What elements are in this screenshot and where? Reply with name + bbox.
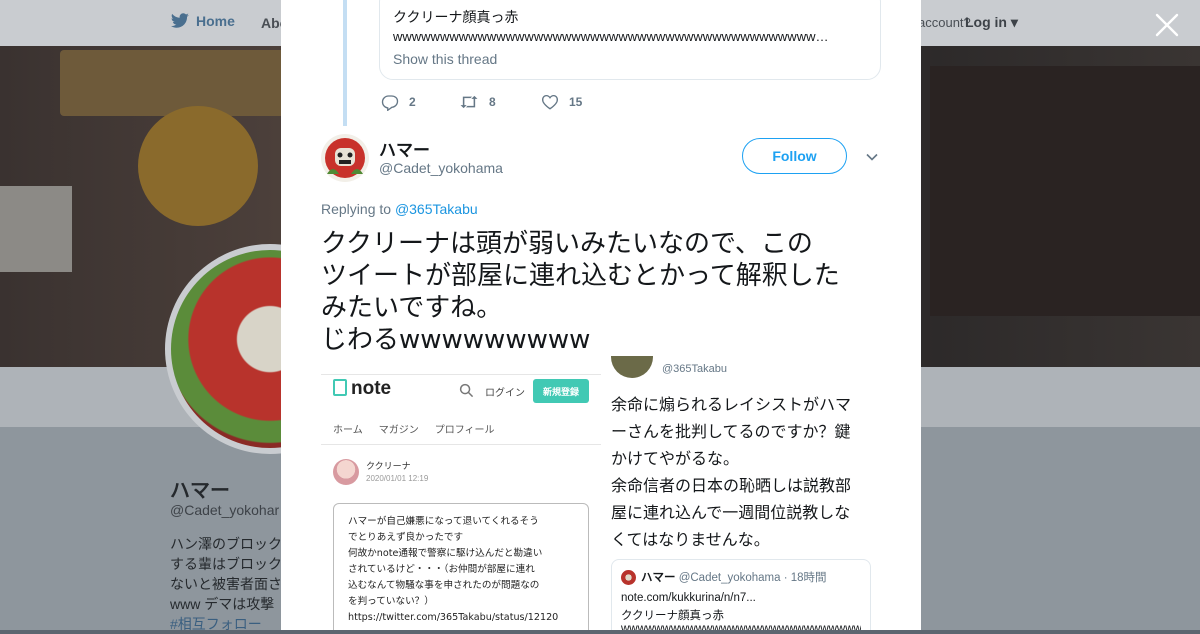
- author-avatar[interactable]: [321, 134, 369, 182]
- bio-line: ないと被害者面さ: [170, 576, 282, 592]
- reply-line: 余命信者の日本の恥晒しは説教部: [611, 476, 852, 495]
- author-avatar-image: [321, 134, 369, 182]
- author-name[interactable]: ハマー: [379, 136, 430, 161]
- retweet-icon: [460, 95, 478, 109]
- embedded-card-link: note.com/kukkurina/n/n7...: [621, 592, 756, 604]
- like-icon: [542, 94, 558, 110]
- bio-line: www デマは攻撃: [170, 596, 275, 612]
- note-user-name: ククリーナ: [366, 462, 411, 472]
- note-tab: マガジン: [378, 425, 419, 436]
- quoted-tweet-laugh: wwwwwwwwwwwwwwwwwwwwwwwwwwwwwwwwwwwwwwww…: [393, 29, 833, 44]
- replying-prefix: Replying to: [321, 201, 395, 217]
- embedded-card-handle: @Cadet_yokohama · 18時間: [678, 572, 827, 584]
- login-label: Log in: [965, 14, 1007, 30]
- like-count: 15: [569, 95, 583, 109]
- note-body-line: されているけど・・・（お仲間が部屋に連れ: [348, 564, 535, 575]
- follow-button[interactable]: Follow: [742, 138, 847, 174]
- reply-line: 余命に煽られるレイシストがハマ: [611, 395, 852, 414]
- bio-line: ハン澤のブロック: [170, 536, 282, 552]
- banner-fan: [0, 186, 72, 272]
- note-signup-button: 新規登録: [533, 379, 589, 403]
- show-thread-link[interactable]: Show this thread: [393, 51, 497, 67]
- note-tab: ホーム: [333, 425, 363, 436]
- note-post-body: ハマーが自己嫌悪になって退いてくれるそう でとりあえず良かったです 何故かnot…: [333, 503, 589, 630]
- reply-icon: [381, 95, 399, 111]
- nav-home-link[interactable]: Home: [170, 13, 235, 29]
- like-button[interactable]: 15: [541, 92, 582, 112]
- banner-sign: [60, 50, 310, 116]
- retweet-button[interactable]: 8: [459, 92, 496, 112]
- reply-count: 2: [409, 95, 416, 109]
- embedded-card-name: ハマー: [641, 572, 676, 584]
- note-body-line: ハマーが自己嫌悪になって退いてくれるそう: [348, 516, 539, 527]
- note-divider: [321, 444, 601, 445]
- nav-login-link[interactable]: Log in ▾: [965, 14, 1018, 31]
- note-logo: note: [333, 378, 391, 400]
- note-body-url: https://twitter.com/365Takabu/status/121…: [348, 612, 559, 623]
- close-icon[interactable]: [1154, 12, 1180, 38]
- reply-line: くてはなりませんな。: [611, 530, 770, 549]
- thread-connector-line: [343, 0, 347, 126]
- nav-have-account-text: account?: [918, 15, 971, 30]
- search-icon: [459, 383, 474, 398]
- note-logo-text: note: [351, 378, 392, 399]
- embedded-card-author: ハマー @Cadet_yokohama · 18時間: [641, 569, 827, 585]
- tweet-line: じわるwwwwwwwww: [321, 325, 591, 355]
- bio-line: する輩はブロック: [170, 556, 282, 572]
- tweet-media-image[interactable]: note ログイン 新規登録 ホーム マガジン プロフィール ククリーナ 2020/…: [321, 356, 881, 630]
- embedded-card-laugh: wwwwwwwwwwwwwwwwwwwwwwwwwwwwwwwwwwwwww: [621, 623, 861, 630]
- twitter-bird-icon: [170, 13, 189, 28]
- login-caret-icon: ▾: [1007, 14, 1018, 30]
- profile-bio: ハン澤のブロック する輩はブロック ないと被害者面さ www デマは攻撃 #相互…: [170, 534, 285, 634]
- tweet-line: ツイートが部屋に連れ込むとかって解釈した: [321, 261, 840, 291]
- note-tab: プロフィール: [434, 425, 495, 436]
- tweet-line: みたいですね。: [321, 293, 503, 323]
- reply-text: 余命に煽られるレイシストがハマ ーさんを批判してるのですか？鍵 かけてやがるな。…: [611, 391, 881, 553]
- reply-line: ーさんを批判してるのですか？鍵: [611, 422, 851, 441]
- replying-to-handle-link[interactable]: @365Takabu: [395, 201, 478, 217]
- embedded-quote-card: ハマー @Cadet_yokohama · 18時間 note.com/kukk…: [611, 559, 871, 630]
- nav-home-label: Home: [196, 13, 235, 29]
- tweet-text: ククリーナは頭が弱いみたいなので、この ツイートが部屋に連れ込むとかって解釈した…: [321, 228, 891, 356]
- profile-name: ハマー: [170, 480, 230, 502]
- reply-line: 屋に連れ込んで一週間位説教しな: [611, 503, 851, 522]
- note-login-link: ログイン: [485, 388, 525, 399]
- embedded-card-text: ククリーナ顔真っ赤: [621, 608, 725, 622]
- bio-hashtag-link[interactable]: #相互フォロー: [170, 614, 285, 634]
- reply-button[interactable]: 2: [381, 92, 416, 112]
- reply-user-avatar: [611, 356, 653, 378]
- note-user-avatar: [333, 459, 359, 485]
- banner-right-area: [930, 66, 1200, 316]
- reply-user-handle: @365Takabu: [662, 363, 727, 375]
- note-logo-mark: [333, 379, 347, 396]
- tweet-line: ククリーナは頭が弱いみたいなので、この: [321, 229, 813, 259]
- note-body-line: を判っていない？）: [348, 596, 434, 607]
- note-screenshot: note ログイン 新規登録 ホーム マガジン プロフィール ククリーナ 2020/…: [321, 356, 601, 630]
- profile-handle: @Cadet_yokohar: [170, 502, 280, 518]
- quoted-tweet-card[interactable]: ククリーナ顔真っ赤 wwwwwwwwwwwwwwwwwwwwwwwwwwwwww…: [379, 0, 881, 80]
- note-body-line: 込むなんて物騒な事を申されたのが問題なの: [348, 580, 540, 591]
- retweet-count: 8: [489, 95, 496, 109]
- chevron-down-icon[interactable]: [865, 150, 879, 164]
- embedded-card-avatar: [621, 570, 636, 585]
- reply-screenshot: @365Takabu 余命に煽られるレイシストがハマ ーさんを批判してるのですか…: [611, 356, 881, 630]
- note-tabs: ホーム マガジン プロフィール: [333, 421, 511, 436]
- tweet-modal: ククリーナ顔真っ赤 wwwwwwwwwwwwwwwwwwwwwwwwwwwwww…: [281, 0, 921, 630]
- replying-to: Replying to @365Takabu: [321, 201, 478, 217]
- quoted-tweet-text: ククリーナ顔真っ赤: [393, 9, 519, 25]
- banner-poster: [138, 106, 258, 226]
- author-handle[interactable]: @Cadet_yokohama: [379, 160, 503, 176]
- note-date: 2020/01/01 12:19: [366, 474, 429, 483]
- note-body-line: 何故かnote通報で警察に駆け込んだと勘違い: [348, 548, 543, 559]
- reply-line: かけてやがるな。: [611, 449, 740, 468]
- note-body-line: でとりあえず良かったです: [348, 532, 464, 543]
